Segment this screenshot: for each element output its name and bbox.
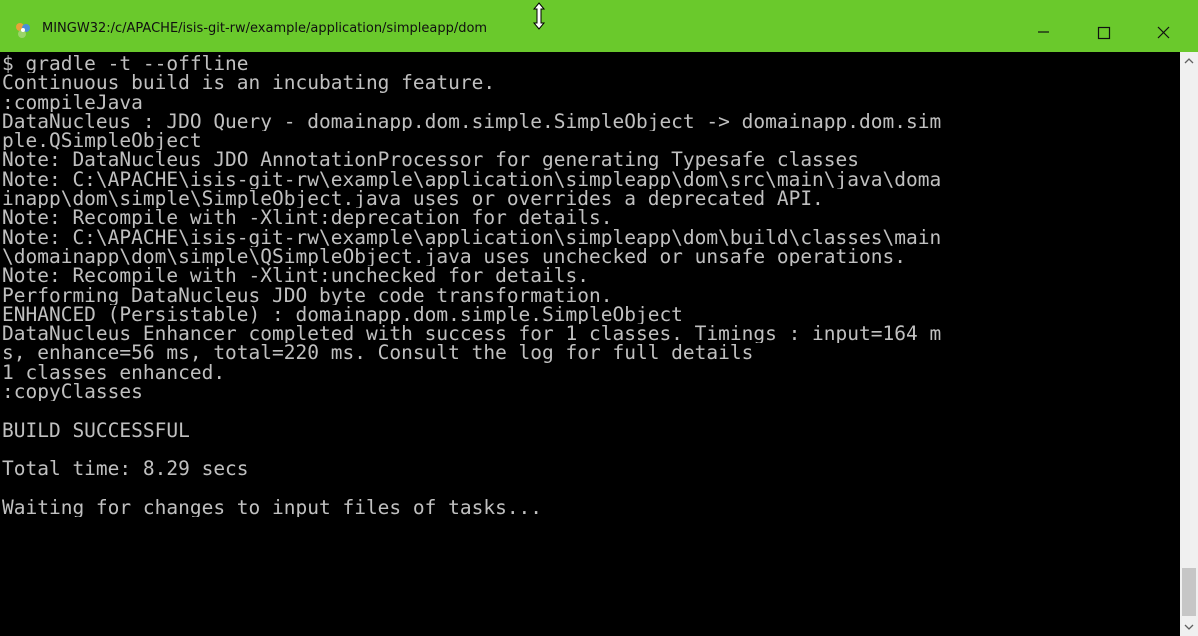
- terminal-line: ple.QSimpleObject: [2, 131, 202, 151]
- close-button[interactable]: [1140, 10, 1186, 46]
- terminal-line: Note: Recompile with -Xlint:deprecation …: [2, 208, 613, 228]
- mingw-app-icon[interactable]: [14, 22, 32, 40]
- terminal-line: BUILD SUCCESSFUL: [2, 420, 190, 440]
- scroll-down-button[interactable]: [1180, 618, 1198, 636]
- terminal-line: Continuous build is an incubating featur…: [2, 73, 496, 93]
- vertical-scrollbar[interactable]: [1180, 52, 1198, 636]
- maximize-button[interactable]: [1080, 10, 1126, 46]
- terminal-line: Note: C:\APACHE\isis-git-rw\example\appl…: [2, 169, 942, 190]
- terminal-line: s, enhance=56 ms, total=220 ms. Consult …: [2, 343, 754, 363]
- scroll-thumb[interactable]: [1182, 568, 1196, 616]
- terminal-line: \domainapp\dom\simple\QSimpleObject.java…: [2, 246, 906, 267]
- title-bar[interactable]: MINGW32:/c/APACHE/isis-git-rw/example/ap…: [0, 0, 1198, 52]
- terminal-line: :compileJava: [2, 92, 143, 112]
- close-icon: [1157, 26, 1170, 39]
- terminal-line: Note: Recompile with -Xlint:unchecked fo…: [2, 266, 589, 286]
- maximize-icon: [1097, 26, 1111, 40]
- minimize-icon: [1038, 31, 1049, 33]
- chevron-up-icon: [1184, 58, 1194, 64]
- resize-cursor-icon: [532, 2, 546, 32]
- terminal-line: ENHANCED (Persistable) : domainapp.dom.s…: [2, 304, 683, 325]
- terminal-line: inapp\dom\simple\SimpleObject.java uses …: [2, 189, 824, 209]
- terminal-line: 1 classes enhanced.: [2, 362, 226, 383]
- minimize-button[interactable]: [1020, 10, 1066, 46]
- window-title: MINGW32:/c/APACHE/isis-git-rw/example/ap…: [42, 21, 488, 36]
- terminal-window: MINGW32:/c/APACHE/isis-git-rw/example/ap…: [0, 0, 1198, 636]
- terminal-line: Performing DataNucleus JDO byte code tra…: [2, 285, 613, 305]
- terminal-line: $ gradle -t --offline: [2, 54, 249, 74]
- terminal-line: :copyClasses: [2, 382, 143, 402]
- terminal-line: Total time: 8.29 secs: [2, 459, 249, 479]
- terminal-line: Note: C:\APACHE\isis-git-rw\example\appl…: [2, 227, 942, 247]
- terminal-line: DataNucleus Enhancer completed with succ…: [2, 324, 942, 344]
- terminal-line: Note: DataNucleus JDO AnnotationProcesso…: [2, 150, 860, 170]
- scroll-up-button[interactable]: [1180, 52, 1198, 70]
- terminal-line: DataNucleus : JDO Query - domainapp.dom.…: [2, 111, 942, 132]
- terminal-line: Waiting for changes to input files of ta…: [2, 497, 543, 518]
- terminal-output[interactable]: $ gradle -t --offline Continuous build i…: [0, 52, 1180, 636]
- chevron-down-icon: [1184, 624, 1194, 630]
